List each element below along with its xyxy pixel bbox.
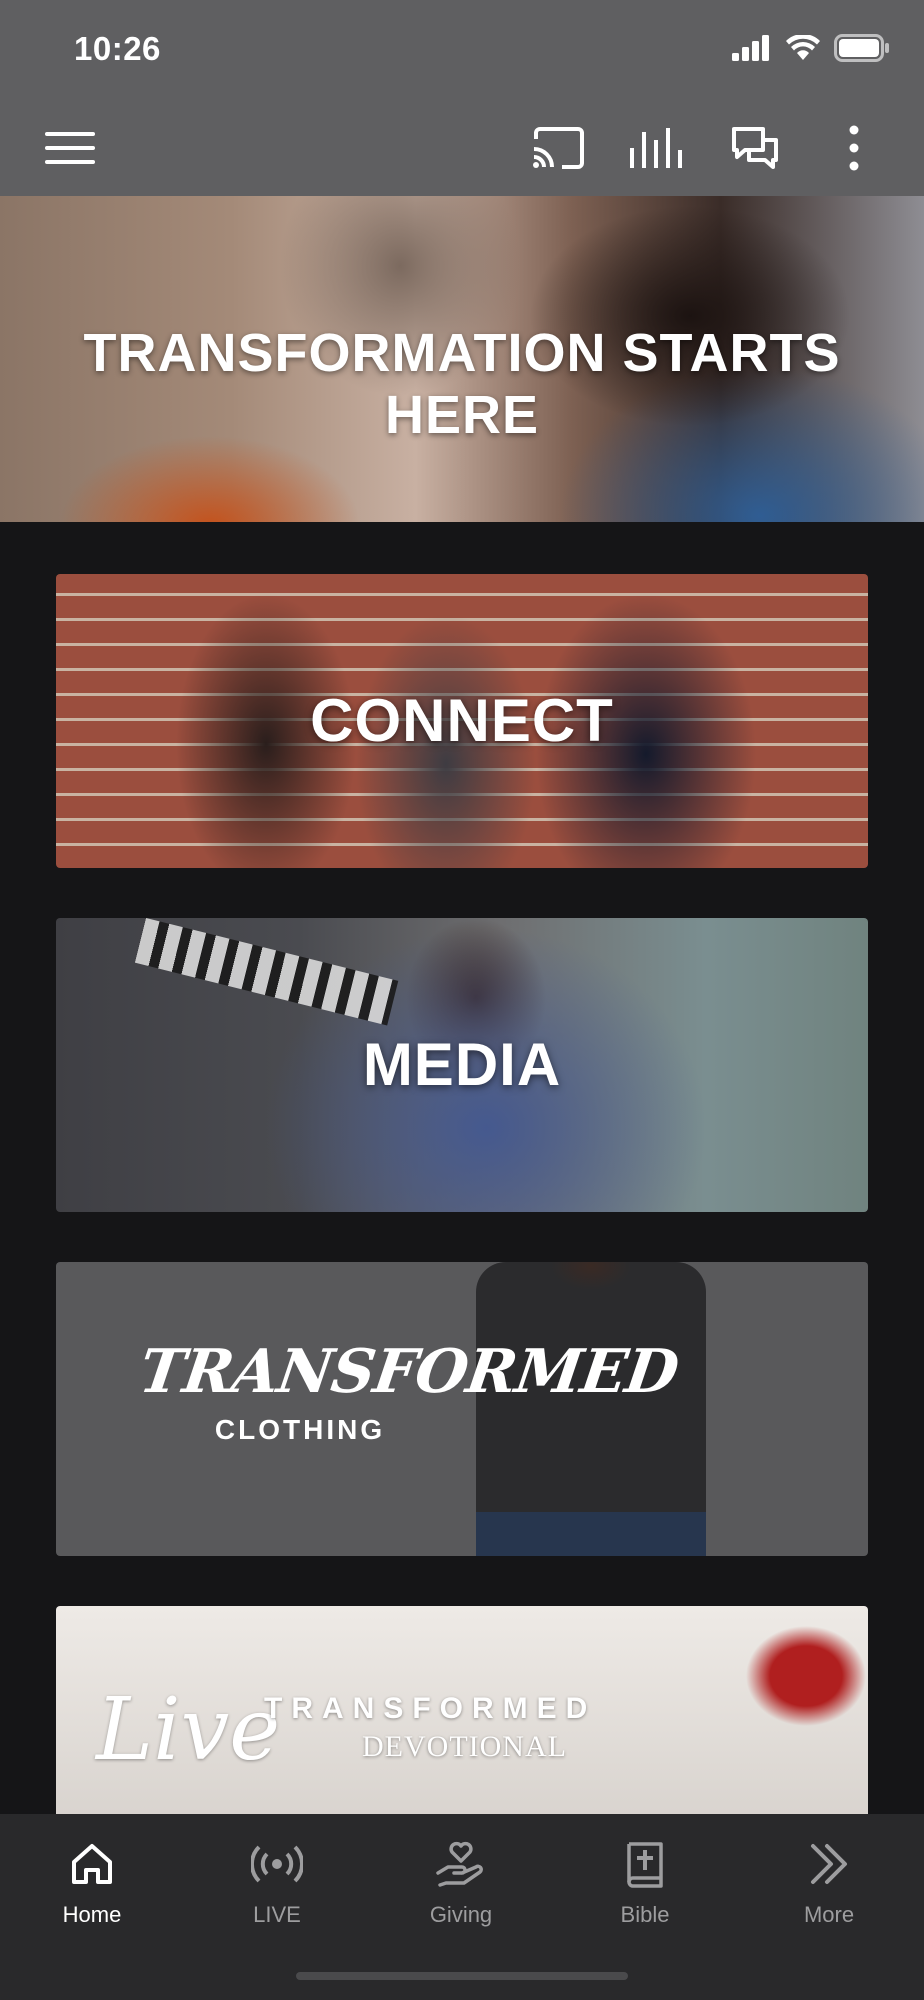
broadcast-icon — [202, 1834, 352, 1894]
chat-icon[interactable] — [727, 120, 783, 176]
clothing-card[interactable]: TRANSFORMED CLOTHING — [56, 1262, 868, 1556]
tab-more-label: More — [803, 1902, 855, 1927]
tab-giving-label: Giving — [429, 1902, 493, 1927]
tab-bible-label: Bible — [620, 1902, 670, 1927]
tab-giving[interactable]: Giving — [386, 1834, 536, 1928]
connect-label: CONNECT — [310, 687, 614, 754]
chevrons-right-icon — [754, 1834, 904, 1894]
equalizer-icon[interactable] — [628, 120, 684, 176]
bible-icon — [570, 1834, 720, 1894]
media-card[interactable]: MEDIA — [56, 918, 868, 1212]
status-bar: 10:26 — [0, 0, 924, 100]
battery-icon — [834, 34, 889, 62]
tab-bible[interactable]: Bible — [570, 1834, 720, 1928]
t-shirt-image — [476, 1262, 706, 1556]
status-icons — [732, 34, 890, 62]
giving-hand-heart-icon — [386, 1834, 536, 1894]
hero-banner[interactable]: TRANSFORMATION STARTS HERE — [0, 196, 924, 522]
media-label: MEDIA — [362, 1031, 562, 1098]
film-strip-decoration — [134, 918, 399, 1026]
hero-title: TRANSFORMATION STARTS HERE — [83, 323, 841, 445]
wifi-icon — [786, 35, 820, 60]
clothing-brand-logo: TRANSFORMED — [135, 1337, 683, 1407]
devotional-title: TRANSFORMED — [264, 1692, 597, 1725]
tab-more[interactable]: More — [754, 1834, 904, 1928]
tab-live-label: LIVE — [253, 1902, 301, 1927]
home-icon — [17, 1834, 167, 1894]
app-toolbar — [0, 100, 924, 196]
devotional-script: Live — [96, 1680, 281, 1780]
home-indicator — [296, 1972, 628, 1980]
devotional-sub: DEVOTIONAL — [362, 1730, 567, 1763]
tab-live[interactable]: LIVE — [202, 1834, 352, 1928]
tab-home[interactable]: Home — [17, 1834, 167, 1928]
clothing-sub-label: CLOTHING — [214, 1414, 386, 1445]
menu-icon[interactable] — [42, 120, 98, 176]
more-vert-icon[interactable] — [826, 120, 882, 176]
signal-icon — [732, 35, 769, 61]
devotional-card[interactable]: Live TRANSFORMED DEVOTIONAL — [56, 1606, 868, 1814]
cast-icon[interactable] — [530, 120, 586, 176]
connect-card[interactable]: CONNECT — [56, 574, 868, 868]
status-time: 10:26 — [74, 30, 161, 67]
tab-home-label: Home — [62, 1902, 122, 1927]
